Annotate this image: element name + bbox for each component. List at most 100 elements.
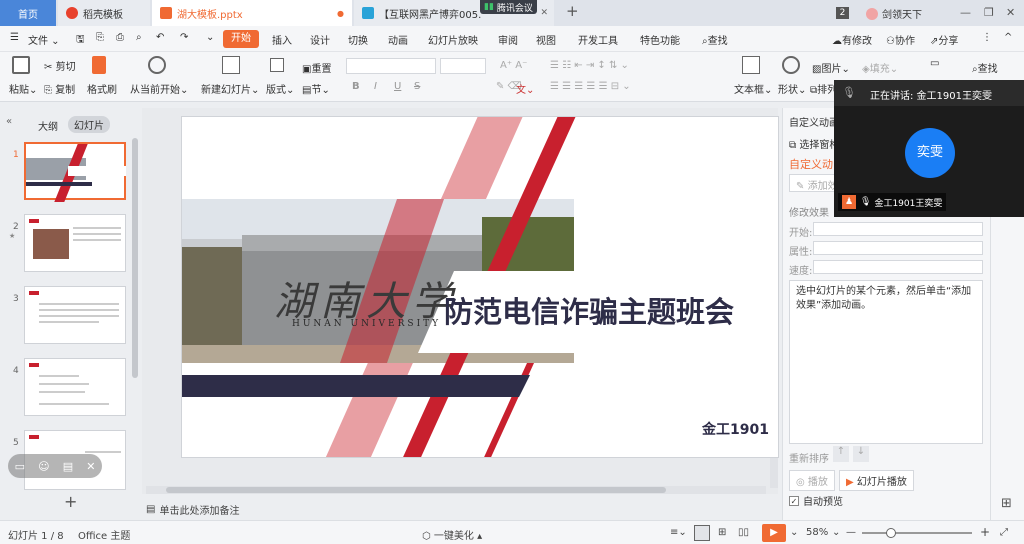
layout-button[interactable]: 版式⌄: [266, 81, 294, 96]
animation-list[interactable]: 选中幻灯片的某个元素，然后单击“添加效果”添加动画。: [789, 280, 983, 444]
fill-button[interactable]: ◈填充⌄: [862, 60, 898, 75]
more-icon[interactable]: ⌄: [206, 32, 214, 43]
undo-icon[interactable]: ↶: [156, 32, 164, 43]
grid-apps-icon[interactable]: ⊞: [1001, 496, 1012, 511]
more-menu-icon[interactable]: ⋮: [982, 32, 992, 43]
slideshow-ribbon-icon[interactable]: ▭: [930, 58, 939, 69]
chat-icon[interactable]: ▤: [63, 460, 73, 473]
textbox-icon[interactable]: [742, 56, 760, 74]
menu-transition[interactable]: 切换: [348, 32, 368, 47]
collapse-panel-icon[interactable]: «: [6, 116, 12, 127]
slideshow-play-button[interactable]: ▶ 幻灯片播放: [839, 470, 914, 491]
font-size-select[interactable]: [440, 58, 486, 74]
menu-design[interactable]: 设计: [310, 32, 330, 47]
tab-home[interactable]: 首页: [0, 0, 56, 26]
new-tab-button[interactable]: +: [566, 2, 579, 20]
speed-select[interactable]: [813, 260, 983, 274]
font-family-select[interactable]: [346, 58, 436, 74]
italic-button[interactable]: I: [374, 81, 377, 92]
start-select[interactable]: [813, 222, 983, 236]
slide-title[interactable]: 防范电信诈骗主题班会: [444, 289, 734, 331]
tab-pptx[interactable]: 湖大模板.pptx ●: [152, 0, 352, 26]
add-slide-button[interactable]: +: [64, 492, 77, 511]
play-button[interactable]: ◎ 播放: [789, 470, 835, 491]
minimize-icon[interactable]: —: [960, 6, 971, 19]
menu-collab[interactable]: ⚇协作: [886, 32, 915, 47]
zoom-slider-track[interactable]: [862, 532, 972, 534]
copy-button[interactable]: ⎘ 复制: [44, 81, 75, 96]
notes-toggle-icon[interactable]: ≡⌄: [670, 527, 687, 538]
paste-icon[interactable]: [12, 56, 30, 74]
zoom-slider-handle[interactable]: [886, 528, 896, 538]
play-from-current-icon[interactable]: [148, 56, 166, 74]
tab-close-icon[interactable]: ✕: [540, 8, 548, 18]
picture-button[interactable]: ▨图片⌄: [812, 60, 850, 75]
from-current-button[interactable]: 从当前开始⌄: [130, 81, 188, 96]
shape-button[interactable]: 形状⌄: [778, 81, 806, 96]
redo-icon[interactable]: ↷: [180, 32, 188, 43]
menu-slideshow[interactable]: 幻灯片放映: [428, 32, 478, 47]
menu-share[interactable]: ⇗分享: [930, 32, 958, 47]
sorter-view-icon[interactable]: ⊞: [718, 527, 726, 538]
tencent-meeting-badge[interactable]: ▮▮ 腾讯会议: [480, 0, 537, 14]
shape-icon[interactable]: [782, 56, 800, 74]
list-icons[interactable]: ☰ ☷ ⇤ ⇥ ↕ ⇅ ⌄: [550, 60, 629, 71]
paste-button[interactable]: 粘贴⌄: [9, 81, 37, 96]
slide-thumbnail-4[interactable]: [24, 358, 126, 416]
current-slide[interactable]: 湖南大学 HUNAN UNIVERSITY 防范电信诈骗主题班会 金工1901: [181, 116, 779, 458]
slide-thumbnail-1[interactable]: [24, 142, 126, 202]
reset-button[interactable]: ▣重置: [302, 60, 331, 75]
move-up-icon[interactable]: ↑: [833, 446, 849, 462]
theme-name[interactable]: Office 主题: [78, 527, 130, 542]
beautify-button[interactable]: ⬡ 一键美化 ▴: [422, 527, 482, 542]
normal-view-icon[interactable]: [694, 525, 710, 541]
textbox-button[interactable]: 文本框⌄: [734, 81, 772, 96]
close-toolbar-icon[interactable]: ✕: [86, 460, 95, 473]
zoom-in-icon[interactable]: +: [980, 525, 990, 539]
layout-icon[interactable]: [270, 58, 284, 72]
menu-devtools[interactable]: 开发工具: [578, 32, 618, 47]
slides-tab[interactable]: 幻灯片: [68, 116, 110, 133]
slideshow-options-icon[interactable]: ⌄: [790, 527, 798, 538]
restore-icon[interactable]: ❐: [984, 6, 994, 19]
property-select[interactable]: [813, 241, 983, 255]
zoom-value[interactable]: 58%: [806, 527, 828, 538]
align-icons[interactable]: ☰ ☰ ☰ ☰ ☰ ⊟ ⌄: [550, 81, 631, 92]
menu-insert[interactable]: 插入: [272, 32, 292, 47]
cut-button[interactable]: ✂ 剪切: [44, 58, 76, 73]
select-pane-button[interactable]: ⧉ 选择窗格: [789, 136, 839, 151]
start-slideshow-button[interactable]: ▶: [762, 524, 786, 542]
export-icon[interactable]: ⎘: [96, 32, 104, 43]
new-slide-button[interactable]: 新建幻灯片⌄: [201, 81, 259, 96]
comment-icon[interactable]: ▭: [15, 460, 25, 473]
menu-search[interactable]: ⌕查找: [702, 32, 728, 47]
strike-button[interactable]: S: [414, 81, 420, 92]
close-window-icon[interactable]: ✕: [1006, 6, 1015, 19]
menu-special[interactable]: 特色功能: [640, 32, 680, 47]
collapse-ribbon-icon[interactable]: ^: [1004, 32, 1012, 43]
notes-area[interactable]: ▤ 单击此处添加备注: [146, 502, 239, 517]
horizontal-scrollbar[interactable]: [146, 486, 766, 494]
hamburger-icon[interactable]: ☰: [10, 32, 19, 43]
format-painter-icon[interactable]: [92, 56, 106, 74]
format-painter-button[interactable]: 格式刷: [87, 81, 117, 96]
thumb-scrollbar[interactable]: [132, 138, 138, 378]
fit-window-icon[interactable]: ⤢: [1000, 527, 1008, 538]
print-icon[interactable]: ⎙: [116, 32, 124, 43]
meeting-window[interactable]: 🎙 正在讲话: 金工1901王奕雯 奕雯 ♟ 🎙 金工1901王奕雯: [834, 80, 1024, 217]
slide-class-name[interactable]: 金工1901: [702, 419, 769, 439]
save-icon[interactable]: 🖫: [76, 32, 85, 49]
slide-thumbnail-3[interactable]: [24, 286, 126, 344]
section-button[interactable]: ▤节⌄: [302, 81, 330, 96]
user-account[interactable]: 剑领天下: [866, 6, 922, 21]
emoji-icon[interactable]: ☺: [38, 460, 49, 473]
floating-toolbar[interactable]: ▭ ☺ ▤ ✕: [8, 454, 102, 478]
menu-view[interactable]: 视图: [536, 32, 556, 47]
window-count-badge[interactable]: 2: [836, 7, 849, 19]
slide-thumbnail-2[interactable]: [24, 214, 126, 272]
zoom-out-icon[interactable]: —: [846, 527, 856, 538]
auto-preview-checkbox[interactable]: ✓ 自动预览: [789, 493, 843, 508]
move-down-icon[interactable]: ↓: [853, 446, 869, 462]
underline-button[interactable]: U: [394, 81, 401, 92]
outline-tab[interactable]: 大纲: [38, 118, 58, 133]
